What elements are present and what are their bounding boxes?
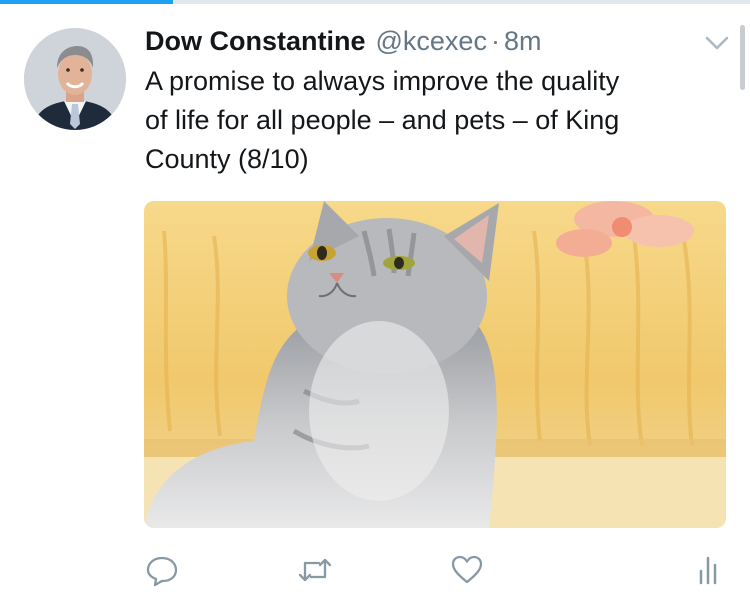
tweet-text: A promise to always improve the quality … [145, 66, 620, 174]
tweet-header: Dow Constantine @kcexec · 8m [145, 26, 541, 62]
chevron-down-icon[interactable] [702, 32, 732, 54]
author-handle[interactable]: @kcexec [376, 26, 487, 57]
tweet-timestamp[interactable]: 8m [504, 26, 542, 57]
like-button[interactable] [449, 552, 485, 588]
avatar[interactable] [24, 28, 126, 130]
analytics-button[interactable] [690, 552, 726, 588]
heart-icon [451, 555, 483, 584]
top-progress-bar [0, 0, 173, 4]
retweet-icon [298, 558, 332, 582]
reply-icon [146, 556, 178, 587]
tweet-image[interactable] [144, 201, 726, 528]
top-progress-track [0, 0, 750, 4]
reply-button[interactable] [144, 552, 180, 588]
separator-dot: · [490, 26, 500, 56]
analytics-icon [699, 556, 717, 585]
retweet-button[interactable] [297, 552, 333, 588]
scrollbar[interactable] [740, 25, 745, 90]
author-name[interactable]: Dow Constantine [145, 26, 366, 57]
